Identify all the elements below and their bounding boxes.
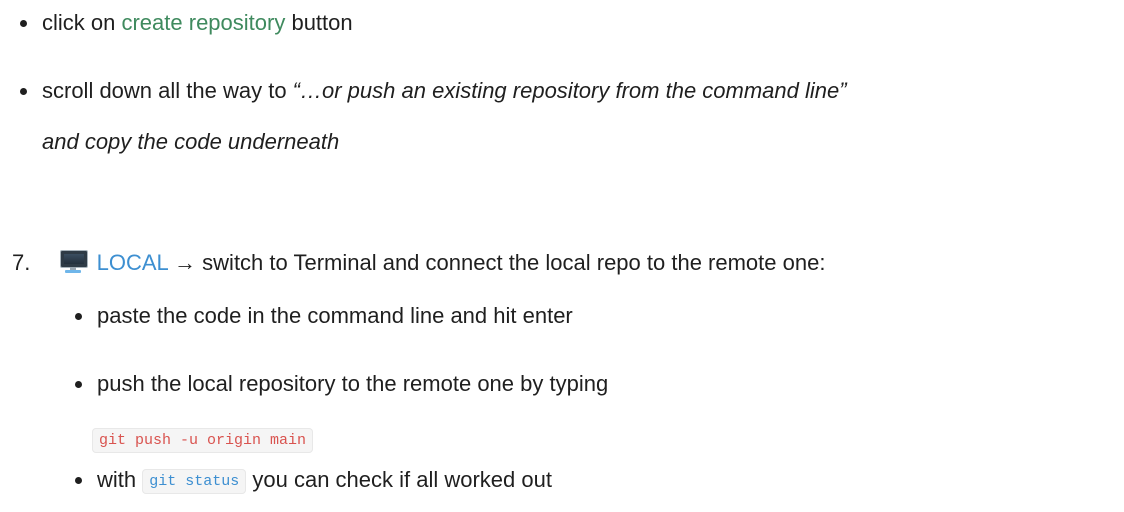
local-link[interactable]: LOCAL xyxy=(97,250,168,275)
bullet2-prefix: scroll down all the way to xyxy=(42,78,293,103)
code-git-status: git status xyxy=(142,469,247,494)
bullet1-suffix: button xyxy=(285,10,353,35)
desktop-computer-icon xyxy=(59,248,88,274)
step-scroll-down: scroll down all the way to “…or push an … xyxy=(42,76,847,106)
bullet2-quote-line1: “…or push an existing repository from th… xyxy=(292,78,847,103)
bullet-marker xyxy=(75,313,82,320)
bullet-marker xyxy=(20,88,27,95)
step-7-heading: 7. LOCAL → switch to Terminal and connec… xyxy=(12,248,825,278)
bullet-marker xyxy=(75,381,82,388)
document-page: click on create repository button scroll… xyxy=(0,0,1124,512)
bullet2-quote-line2: and copy the code underneath xyxy=(42,129,340,154)
sub-step-push-local: push the local repository to the remote … xyxy=(97,371,609,396)
step-click-create-repository: click on create repository button xyxy=(42,8,353,38)
bullet-marker xyxy=(20,20,27,27)
code-block-row: git push -u origin main xyxy=(92,425,314,453)
sub3-suffix: you can check if all worked out xyxy=(246,467,552,492)
bullet1-prefix: click on xyxy=(42,10,122,35)
bullet-marker xyxy=(75,477,82,484)
step-7-text: → switch to Terminal and connect the loc… xyxy=(167,250,826,275)
sub-step-git-status: with git status you can check if all wor… xyxy=(97,465,552,497)
code-git-push: git push -u origin main xyxy=(92,428,314,453)
create-repository-link[interactable]: create repository xyxy=(121,10,285,35)
sub-step-paste-code: paste the code in the command line and h… xyxy=(97,303,573,328)
sub3-prefix: with xyxy=(97,467,143,492)
step-7-number: 7. xyxy=(12,250,31,275)
